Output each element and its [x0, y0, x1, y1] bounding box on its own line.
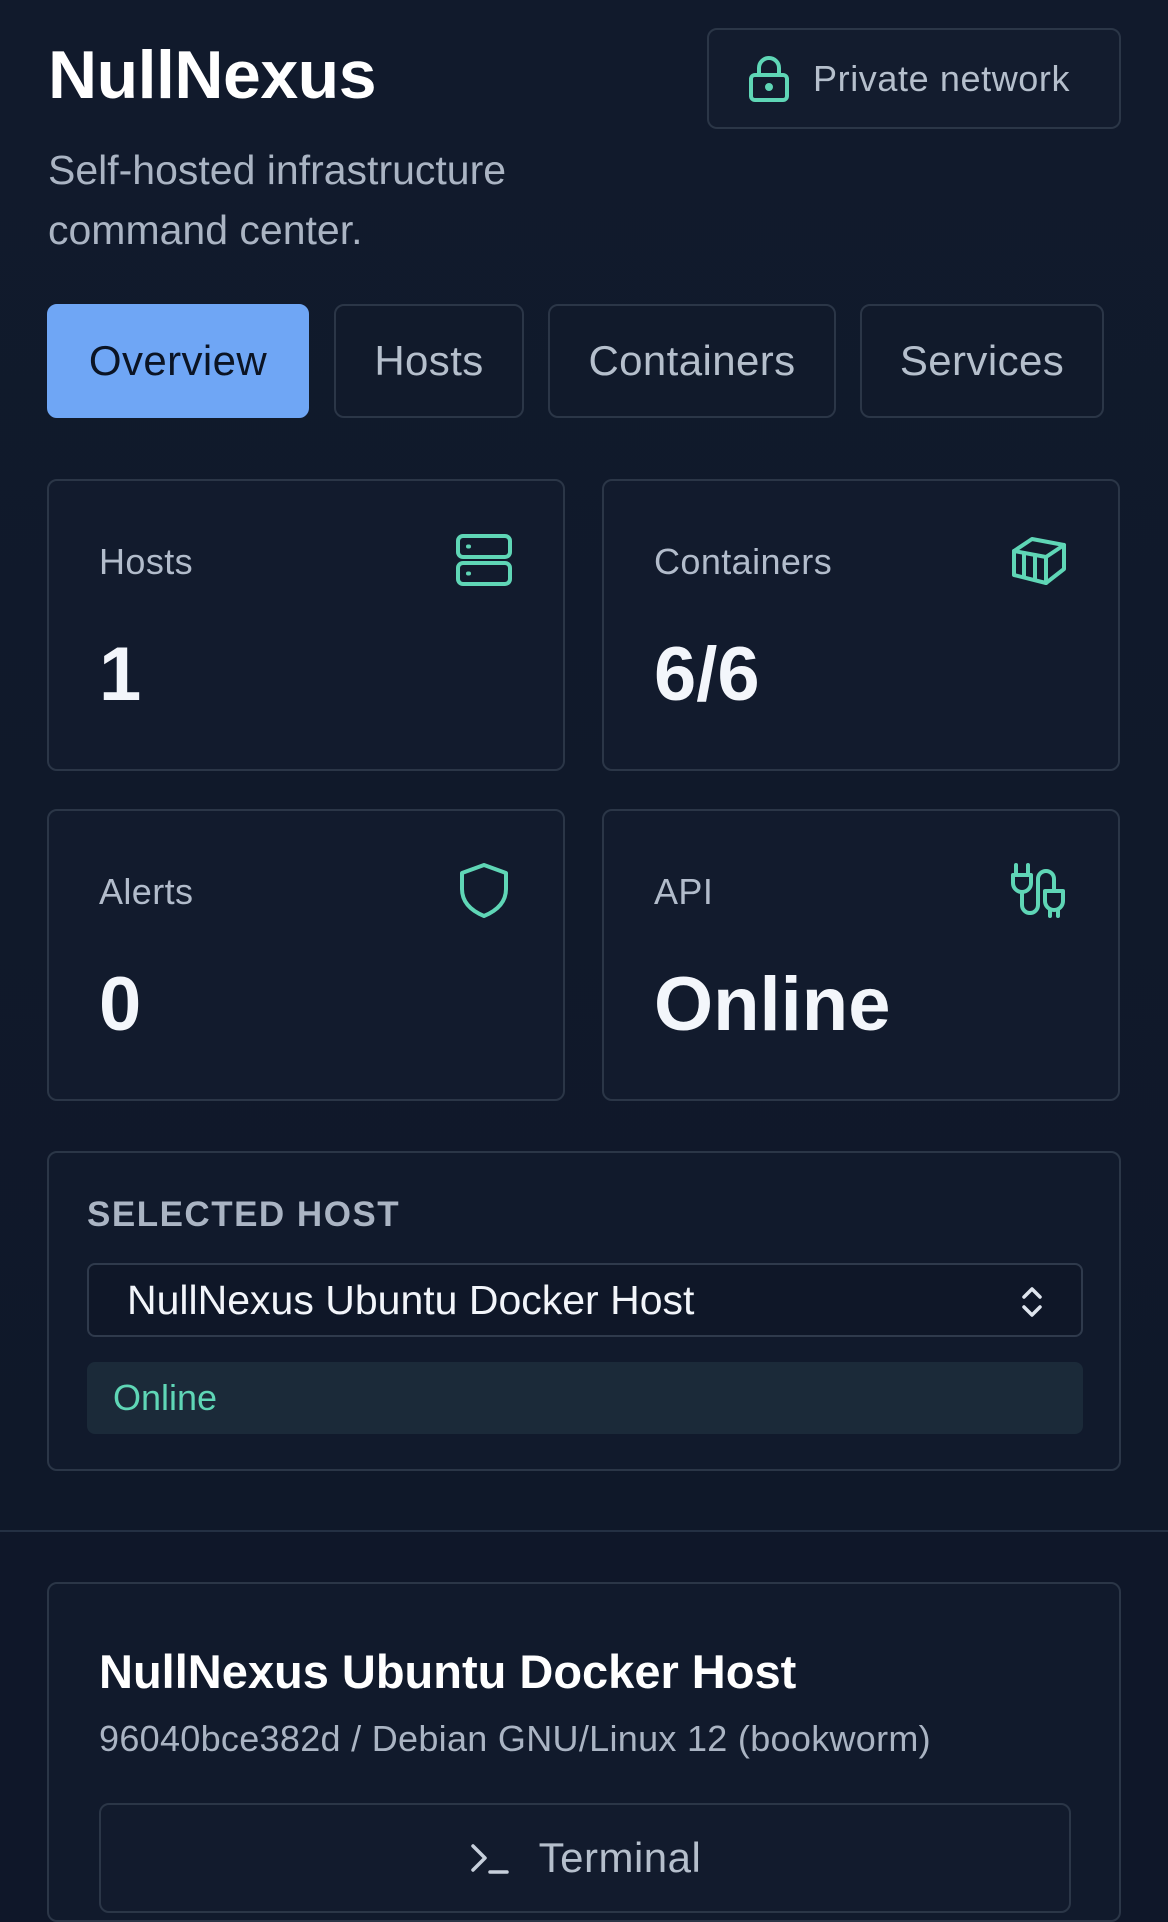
private-network-button[interactable]: Private network: [707, 28, 1121, 129]
stat-label: API: [654, 871, 714, 912]
chevron-updown-icon: [1022, 1287, 1042, 1317]
selected-host-caption: SELECTED HOST: [87, 1195, 401, 1234]
app-title: NullNexus: [48, 37, 377, 113]
tab-overview[interactable]: Overview: [47, 304, 309, 418]
tab-containers[interactable]: Containers: [548, 304, 836, 418]
host-detail-title: NullNexus Ubuntu Docker Host: [99, 1645, 797, 1698]
stat-label: Alerts: [99, 871, 194, 912]
stat-value: 1: [99, 632, 142, 717]
api-plug-icon: [1011, 863, 1065, 918]
stat-value: Online: [654, 962, 891, 1047]
host-select-value: NullNexus Ubuntu Docker Host: [127, 1276, 695, 1323]
terminal-icon: [470, 1844, 509, 1874]
tab-services[interactable]: Services: [860, 304, 1104, 418]
stat-card-api: API Online: [602, 809, 1120, 1101]
host-status-badge: Online: [87, 1362, 1083, 1434]
stat-card-containers: Containers 6/6: [602, 479, 1120, 771]
stat-card-hosts: Hosts 1: [47, 479, 565, 771]
host-detail-subtitle: 96040bce382d / Debian GNU/Linux 12 (book…: [99, 1718, 931, 1759]
lock-icon: [749, 55, 789, 102]
tab-hosts[interactable]: Hosts: [334, 304, 524, 418]
container-box-icon: [1012, 537, 1066, 585]
shield-icon: [460, 863, 508, 918]
stat-value: 6/6: [654, 632, 760, 717]
overview-section: NullNexus Self-hosted infrastructure com…: [0, 0, 1168, 1532]
stat-value: 0: [99, 962, 142, 1047]
stat-card-alerts: Alerts 0: [47, 809, 565, 1101]
stat-label: Containers: [654, 541, 833, 582]
terminal-button[interactable]: Terminal: [99, 1803, 1071, 1913]
selected-host-panel: SELECTED HOST NullNexus Ubuntu Docker Ho…: [47, 1151, 1121, 1471]
terminal-label: Terminal: [538, 1834, 702, 1881]
host-detail-card: NullNexus Ubuntu Docker Host 96040bce382…: [47, 1582, 1121, 1922]
server-icon: [456, 534, 512, 586]
stat-label: Hosts: [99, 541, 194, 582]
app-subtitle: Self-hosted infrastructure command cente…: [48, 147, 507, 253]
host-select[interactable]: NullNexus Ubuntu Docker Host: [87, 1263, 1083, 1337]
private-network-label: Private network: [813, 57, 1071, 99]
